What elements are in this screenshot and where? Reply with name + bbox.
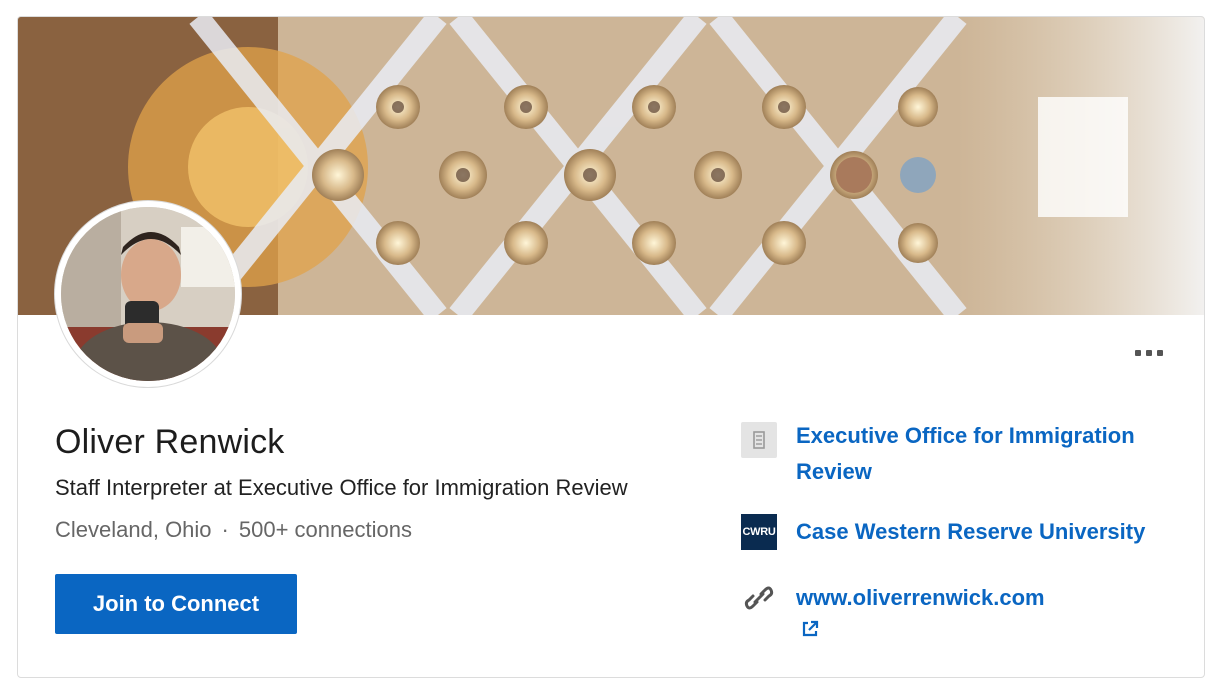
profile-avatar [55,201,241,387]
profile-location: Cleveland, Ohio [55,517,212,542]
more-dot-icon [1135,350,1141,356]
more-dot-icon [1157,350,1163,356]
more-options-button[interactable] [1127,343,1171,363]
school-link[interactable]: Case Western Reserve University [796,514,1176,550]
profile-name: Oliver Renwick [55,423,285,461]
profile-connections: 500+ connections [238,517,412,542]
profile-headline: Staff Interpreter at Executive Office fo… [55,475,628,500]
website-link-label: www.oliverrenwick.com [796,585,1045,610]
join-to-connect-button[interactable]: Join to Connect [55,574,297,634]
more-dot-icon [1146,350,1152,356]
meta-separator: · [221,517,229,542]
link-icon [741,580,777,616]
company-link[interactable]: Executive Office for Immigration Review [796,418,1176,490]
profile-card: Oliver Renwick Staff Interpreter at Exec… [17,16,1205,678]
school-logo-icon: CWRU [741,514,777,550]
website-link[interactable]: www.oliverrenwick.com [796,580,1045,652]
profile-photo [61,207,235,381]
profile-meta: Cleveland, Ohio · 500+ connections [55,517,412,543]
building-icon [741,422,777,458]
external-link-icon [802,620,819,637]
